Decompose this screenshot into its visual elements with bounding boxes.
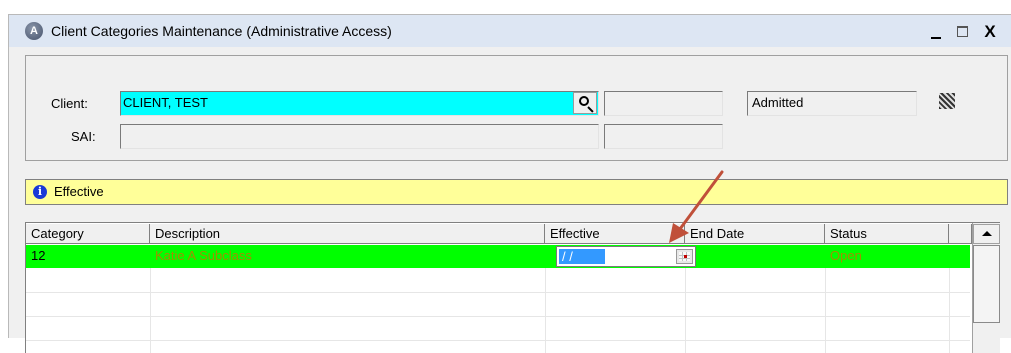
scroll-up-button[interactable] — [973, 224, 1000, 244]
column-header-effective[interactable]: Effective — [545, 224, 685, 244]
client-categories-window: A Client Categories Maintenance (Adminis… — [8, 14, 1011, 353]
close-button[interactable]: X — [981, 23, 999, 41]
column-header-description[interactable]: Description — [150, 224, 545, 244]
sai-field[interactable] — [120, 124, 599, 149]
minimize-button[interactable] — [927, 23, 945, 41]
column-header-end-date[interactable]: End Date — [685, 224, 825, 244]
title-bar: A Client Categories Maintenance (Adminis… — [9, 15, 1011, 47]
search-icon — [579, 96, 589, 106]
vertical-scrollbar[interactable] — [972, 223, 1000, 353]
client-id-field[interactable] — [604, 91, 723, 116]
cell-status[interactable]: Open — [825, 245, 949, 268]
table-row[interactable]: 12 Katie A Subclass Open — [26, 245, 970, 268]
app-icon: A — [25, 22, 43, 40]
effective-date-input[interactable]: / / — [559, 249, 605, 264]
info-icon: i — [33, 185, 47, 199]
calendar-button[interactable] — [676, 249, 693, 264]
info-bar: i Effective — [25, 179, 1008, 205]
maximize-button[interactable] — [954, 23, 972, 41]
sai-label: SAI: — [71, 129, 96, 144]
client-label: Client: — [51, 96, 88, 111]
cell-category[interactable]: 12 — [26, 245, 150, 268]
window-title: Client Categories Maintenance (Administr… — [51, 23, 392, 39]
client-field[interactable]: CLIENT, TEST — [120, 91, 599, 116]
scroll-thumb[interactable] — [973, 245, 1000, 323]
cell-description[interactable]: Katie A Subclass — [150, 245, 545, 268]
client-search-button[interactable] — [573, 92, 597, 114]
column-header-status[interactable]: Status — [825, 224, 949, 244]
column-header-category[interactable]: Category — [26, 224, 150, 244]
info-bar-text: Effective — [54, 184, 104, 199]
admission-status-field: Admitted — [747, 91, 917, 116]
cell-end-date[interactable] — [685, 245, 825, 268]
column-header-spacer — [949, 224, 972, 244]
sai-extra-field[interactable] — [604, 124, 723, 149]
client-panel: Client: CLIENT, TEST Admitted SAI: — [25, 55, 1008, 161]
categories-grid[interactable]: Category Description Effective End Date … — [25, 222, 1000, 353]
effective-date-editor[interactable]: / / — [556, 246, 696, 267]
patch-icon[interactable] — [939, 93, 955, 109]
